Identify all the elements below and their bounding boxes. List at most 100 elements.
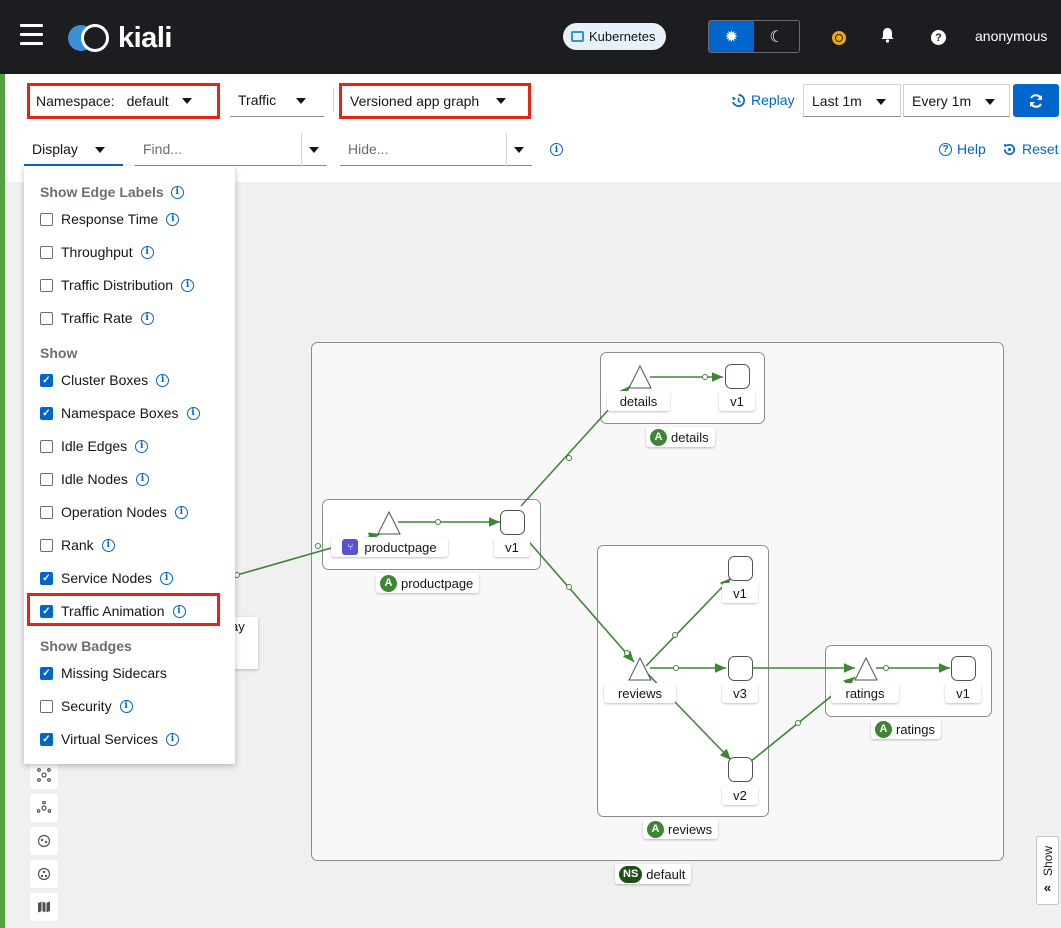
menu-item-service-nodes[interactable]: ✓ Service Nodes i [40, 570, 174, 586]
menu-item-cluster-boxes[interactable]: ✓ Cluster Boxes i [40, 372, 170, 388]
workload-node-reviews-v2[interactable] [728, 757, 753, 782]
item-label: Idle Edges [61, 438, 128, 454]
menu-item-security[interactable]: Security i [40, 698, 133, 714]
item-label: Service Nodes [61, 570, 153, 586]
node-label-reviews: reviews [604, 683, 676, 703]
menu-item-virtual-services[interactable]: ✓ Virtual Services i [40, 731, 180, 747]
info-icon[interactable]: i [140, 245, 154, 259]
checkbox-checked[interactable]: ✓ [40, 406, 53, 420]
namespace-name: default [646, 866, 686, 882]
app-label-productpage: A productpage [376, 573, 480, 593]
item-label: Operation Nodes [61, 504, 167, 520]
app-name: details [671, 429, 709, 445]
info-icon[interactable]: i [135, 439, 149, 453]
group-title: Show [40, 345, 78, 361]
group-title: Show Edge Labels [40, 184, 164, 200]
menu-item-idle-edges[interactable]: Idle Edges i [40, 438, 149, 454]
checkbox[interactable] [40, 699, 53, 713]
workload-node-reviews-v3[interactable] [728, 656, 753, 681]
show-side-panel-tab[interactable]: Show « [1036, 836, 1059, 905]
layout-grid-icon[interactable] [30, 827, 58, 855]
info-icon[interactable]: i [166, 732, 180, 746]
layout-dagre-icon[interactable] [30, 761, 58, 789]
info-icon[interactable]: i [166, 212, 180, 226]
traffic-dot [673, 665, 679, 671]
checkbox-checked[interactable]: ✓ [40, 666, 53, 680]
traffic-dot [702, 374, 708, 380]
node-label-productpage: ⑂ productpage [331, 537, 448, 557]
item-label: Rank [61, 537, 94, 553]
workload-node-productpage-v1[interactable] [500, 510, 525, 535]
menu-group-edge-labels: Show Edge Labels i [40, 184, 184, 200]
info-icon[interactable]: i [101, 538, 115, 552]
workload-node-details-v1[interactable] [725, 364, 750, 389]
item-label: Throughput [61, 244, 133, 260]
node-label-reviews-v3: v3 [722, 683, 758, 703]
menu-item-rank[interactable]: Rank i [40, 537, 115, 553]
checkbox[interactable] [40, 278, 53, 292]
checkbox-checked[interactable]: ✓ [40, 732, 53, 746]
checkbox[interactable] [40, 505, 53, 519]
menu-item-traffic-rate[interactable]: Traffic Rate i [40, 310, 154, 326]
info-icon[interactable]: i [174, 505, 188, 519]
info-icon[interactable]: i [140, 311, 154, 325]
checkbox-checked[interactable]: ✓ [40, 373, 53, 387]
show-tab-label: Show [1040, 845, 1055, 877]
traffic-dot [795, 720, 801, 726]
menu-item-throughput[interactable]: Throughput i [40, 244, 154, 260]
double-chevron-left-icon: « [1043, 880, 1052, 896]
checkbox[interactable] [40, 472, 53, 486]
item-label: Idle Nodes [61, 471, 128, 487]
checkbox[interactable] [40, 311, 53, 325]
app-name: productpage [401, 575, 474, 591]
node-label-details-v1: v1 [719, 391, 755, 411]
menu-group-show: Show [40, 345, 77, 361]
item-label: Security [61, 698, 112, 714]
node-label-reviews-v1: v1 [722, 583, 758, 603]
item-label: Namespace Boxes [61, 405, 179, 421]
workload-node-reviews-v1[interactable] [728, 556, 753, 581]
menu-item-missing-sidecars[interactable]: ✓ Missing Sidecars [40, 665, 167, 681]
info-icon[interactable]: i [170, 185, 184, 199]
info-icon[interactable]: i [186, 406, 200, 420]
traffic-dot [624, 650, 630, 656]
app-badge: A [647, 820, 664, 838]
node-label-ratings-v1: v1 [945, 683, 981, 703]
checkbox[interactable] [40, 439, 53, 453]
menu-item-response-time[interactable]: Response Time i [40, 211, 180, 227]
item-label: Traffic Rate [61, 310, 133, 326]
info-icon[interactable]: i [156, 373, 170, 387]
traffic-dot [566, 455, 572, 461]
menu-group-badges: Show Badges [40, 638, 132, 654]
app-label-ratings: A ratings [871, 719, 942, 739]
menu-item-traffic-distribution[interactable]: Traffic Distribution i [40, 277, 195, 293]
menu-item-idle-nodes[interactable]: Idle Nodes i [40, 471, 149, 487]
layout-cose-icon[interactable] [30, 794, 58, 822]
info-icon[interactable]: i [181, 278, 195, 292]
checkbox[interactable] [40, 245, 53, 259]
app-badge: A [380, 574, 397, 592]
item-label: Traffic Distribution [61, 277, 174, 293]
display-menu: Show Edge Labels i Response Time i Throu… [24, 166, 235, 764]
layout-concentric-icon[interactable] [30, 860, 58, 888]
traffic-dot [672, 632, 678, 638]
info-icon[interactable]: i [135, 472, 149, 486]
checkbox[interactable] [40, 538, 53, 552]
info-icon[interactable]: i [160, 571, 174, 585]
traffic-dot [566, 584, 572, 590]
traffic-dot [435, 519, 441, 525]
checkbox-checked[interactable]: ✓ [40, 571, 53, 585]
menu-item-namespace-boxes[interactable]: ✓ Namespace Boxes i [40, 405, 200, 421]
item-label: Missing Sidecars [61, 665, 167, 681]
menu-item-operation-nodes[interactable]: Operation Nodes i [40, 504, 188, 520]
app-badge: A [875, 720, 892, 738]
virtual-service-icon: ⑂ [342, 539, 359, 555]
app-label-reviews: A reviews [643, 819, 719, 839]
workload-node-ratings-v1[interactable] [951, 656, 976, 681]
node-label-details: details [607, 391, 670, 411]
checkbox[interactable] [40, 212, 53, 226]
traffic-dot [234, 572, 240, 578]
app-label-details: A details [646, 427, 715, 447]
info-icon[interactable]: i [119, 699, 133, 713]
legend-map-icon[interactable] [30, 893, 58, 921]
